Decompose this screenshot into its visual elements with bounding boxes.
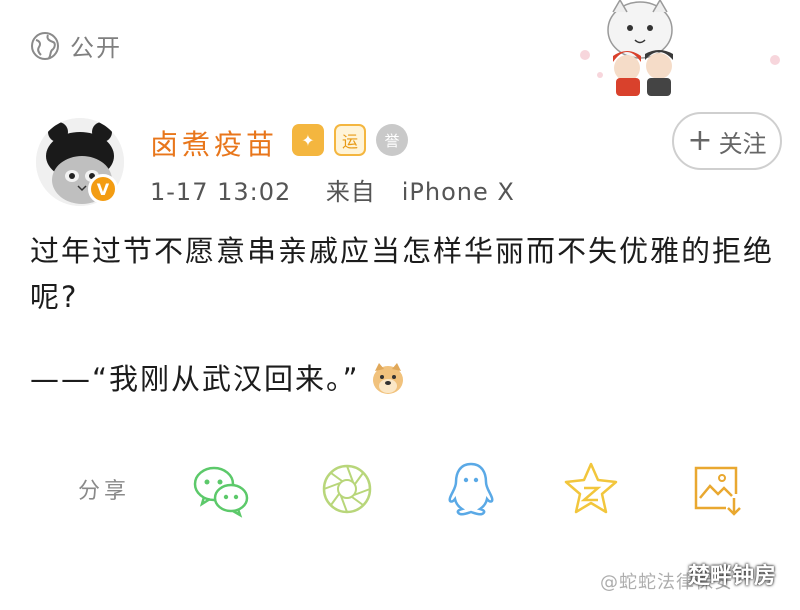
wechat-icon[interactable]: [190, 458, 252, 520]
follow-label: 关注: [718, 129, 767, 158]
qq-icon[interactable]: [440, 458, 502, 520]
post-source: iPhone X: [401, 178, 515, 206]
visibility-indicator: 公开: [30, 28, 122, 63]
post-text: 过年过节不愿意串亲戚应当怎样华丽而不失优雅的拒绝呢?: [30, 234, 775, 314]
plus-icon: +: [687, 123, 713, 158]
anime-card-decoration: [580, 0, 780, 96]
post-quote-line: ——“我刚从武汉回来。”: [30, 356, 406, 402]
follow-button[interactable]: + 关注: [672, 112, 782, 170]
post-time: 1-17 13:02: [150, 178, 292, 206]
username[interactable]: 卤煮疫苗: [150, 123, 278, 163]
medal-badge-icon[interactable]: 誉: [376, 124, 408, 156]
verified-badge: V: [88, 174, 118, 204]
post-meta: 1-17 13:02 来自 iPhone X: [150, 172, 515, 207]
source-prefix: 来自: [325, 178, 376, 206]
save-image-icon[interactable]: [686, 458, 748, 520]
doge-emoji-icon: [372, 363, 403, 394]
share-label: 分享: [78, 479, 131, 504]
watermark-logo: 楚畔钟房: [688, 564, 777, 589]
moments-icon[interactable]: [316, 458, 378, 520]
user-badges: ✦ 运 誉: [292, 124, 408, 156]
qzone-icon[interactable]: [560, 458, 622, 520]
globe-icon: [31, 31, 59, 60]
yun-badge-icon[interactable]: 运: [334, 124, 366, 156]
crown-badge-icon[interactable]: ✦: [292, 124, 324, 156]
visibility-label: 公开: [70, 34, 122, 62]
post-quote: ——“我刚从武汉回来。”: [30, 362, 360, 396]
